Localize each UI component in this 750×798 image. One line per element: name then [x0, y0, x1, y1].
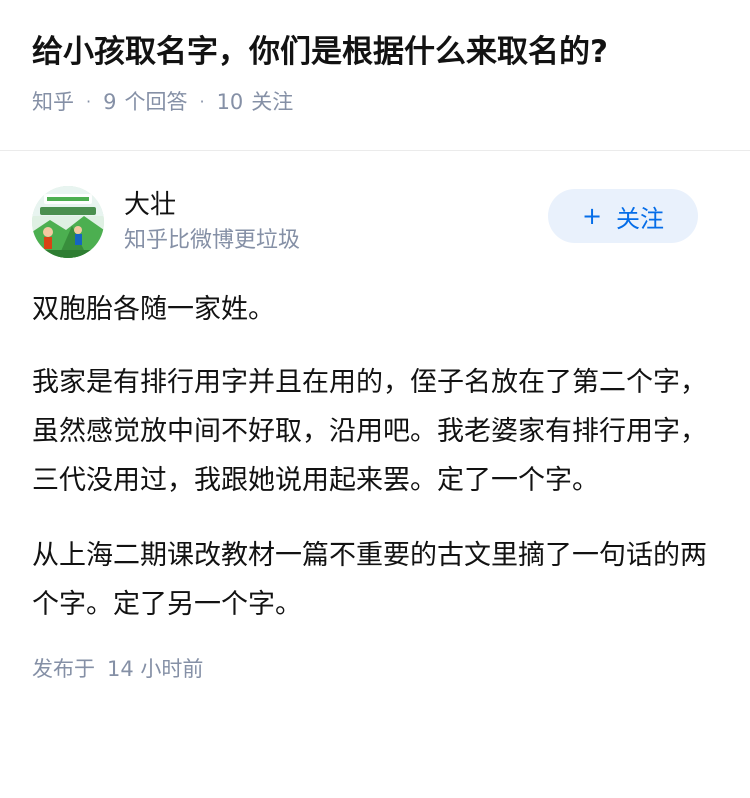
plus-icon: +: [581, 202, 603, 230]
followers-count: 10: [216, 90, 244, 114]
follow-button-label: 关注: [616, 204, 665, 233]
author-name[interactable]: 大壮: [124, 188, 300, 222]
answer-paragraph: 双胞胎各随一家姓。: [32, 294, 275, 325]
author-info: 大壮 知乎比微博更垃圾: [124, 188, 300, 256]
avatar[interactable]: [32, 186, 104, 258]
answer-content: 双胞胎各随一家姓。 我家是有排行用字并且在用的，侄子名放在了第二个字，虽然感觉放…: [32, 285, 718, 629]
answer-paragraph: 我家是有排行用字并且在用的，侄子名放在了第二个字，虽然感觉放中间不好取，沿用吧。…: [32, 367, 707, 496]
answers-count: 9: [103, 90, 117, 114]
answer-card: 大壮 知乎比微博更垃圾 + 关注 双胞胎各随一家姓。 我家是有排行用字并且在用的…: [0, 183, 750, 683]
question-title[interactable]: 给小孩取名字，你们是根据什么来取名的?: [32, 32, 718, 72]
published-time: 14 小时前: [107, 657, 204, 681]
published-info: 发布于 14 小时前: [32, 655, 718, 683]
meta-separator: ·: [199, 92, 205, 111]
answers-label[interactable]: 个回答: [124, 88, 187, 116]
section-divider: [0, 150, 750, 151]
published-label: 发布于: [32, 657, 95, 681]
answer-paragraph: 从上海二期课改教材一篇不重要的古文里摘了一句话的两个字。定了另一个字。: [32, 540, 707, 620]
author-row: 大壮 知乎比微博更垃圾 + 关注: [32, 183, 718, 261]
source-label[interactable]: 知乎: [32, 88, 74, 116]
followers-label[interactable]: 关注: [251, 88, 293, 116]
question-meta: 知乎 · 9 个回答 · 10 关注: [32, 88, 718, 116]
follow-button[interactable]: + 关注: [548, 189, 698, 243]
author-bio: 知乎比微博更垃圾: [124, 228, 301, 253]
avatar-illustration-icon: [32, 186, 104, 258]
question-header: 给小孩取名字，你们是根据什么来取名的? 知乎 · 9 个回答 · 10 关注: [0, 0, 750, 119]
meta-separator: ·: [86, 92, 92, 111]
